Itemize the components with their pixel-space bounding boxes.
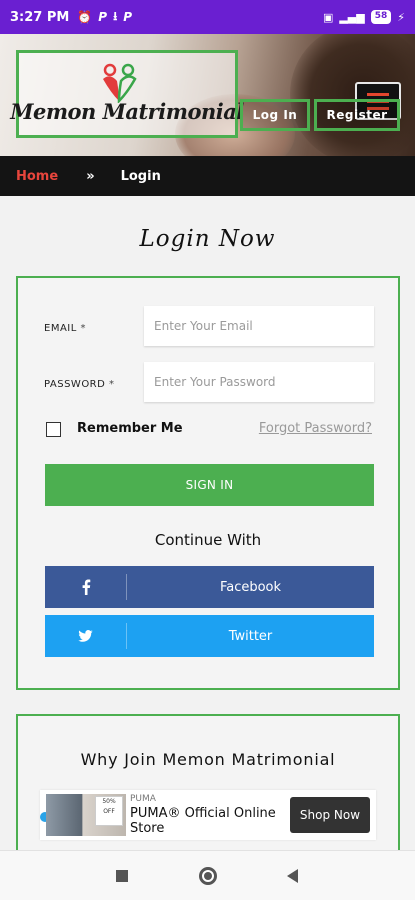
signal-icon: ▂▄▆: [339, 10, 365, 24]
ad-shop-now-button[interactable]: Shop Now: [290, 797, 370, 833]
download-icon: ⭳: [113, 8, 118, 23]
register-button[interactable]: Register: [314, 99, 400, 131]
recents-square-icon[interactable]: [116, 870, 128, 882]
ad-headline: PUMA® Official Online Store: [130, 806, 276, 836]
ad-sale-tag: 50% OFF: [95, 796, 123, 826]
page-title: Login Now: [139, 226, 276, 252]
remember-me-checkbox[interactable]: [46, 422, 61, 437]
email-label: EMAIL *: [44, 323, 86, 334]
email-label-text: EMAIL: [44, 323, 77, 334]
password-label: PASSWORD *: [44, 379, 115, 390]
remember-me-label[interactable]: Remember Me: [77, 421, 183, 436]
password-label-text: PASSWORD: [44, 379, 106, 390]
login-form-card: EMAIL * PASSWORD * Remember Me Forgot Pa…: [16, 276, 400, 690]
twitter-login-button[interactable]: Twitter: [45, 615, 374, 657]
hamburger-line-icon: [367, 92, 389, 96]
sim-icon: ▣: [322, 10, 334, 24]
email-input[interactable]: [144, 306, 374, 346]
ad-brand: PUMA: [130, 794, 156, 804]
status-right-icons: ▣ ▂▄▆ 58 ⚡: [323, 10, 405, 24]
breadcrumb: Home » Login: [0, 156, 415, 196]
p-icon: P: [123, 10, 133, 24]
login-button[interactable]: Log In: [240, 99, 310, 131]
forgot-password-link[interactable]: Forgot Password?: [259, 421, 372, 436]
status-time: 3:27 PM: [10, 9, 70, 25]
battery-icon: 58: [370, 10, 392, 24]
site-logo[interactable]: Memon Matrimonial: [10, 50, 244, 138]
back-triangle-icon[interactable]: [287, 869, 298, 883]
couple-logo-icon: [103, 63, 137, 103]
twitter-label: Twitter: [228, 628, 273, 644]
facebook-label: Facebook: [219, 579, 282, 595]
sign-in-button[interactable]: SIGN IN: [45, 464, 374, 506]
system-nav-bar: [0, 850, 415, 900]
why-join-card: Why Join Memon Matrimonial: [16, 714, 400, 864]
charging-icon: ⚡: [397, 10, 405, 24]
breadcrumb-home-link[interactable]: Home: [16, 169, 58, 184]
site-header: Memon Matrimonial: [0, 34, 415, 156]
facebook-login-button[interactable]: Facebook: [45, 566, 374, 608]
status-left-icons: ⏰ P ⭳ P: [77, 7, 132, 28]
home-circle-icon[interactable]: [199, 867, 217, 885]
ad-banner[interactable]: 50% OFF PUMA PUMA® Official Online Store…: [40, 790, 376, 840]
alarm-icon: ⏰: [77, 10, 93, 24]
twitter-icon: [45, 623, 127, 649]
continue-with-heading: Continue With: [154, 531, 262, 549]
why-join-title: Why Join Memon Matrimonial: [80, 750, 336, 769]
p-icon: P: [98, 10, 108, 24]
required-marker: *: [80, 323, 86, 334]
password-input[interactable]: [144, 362, 374, 402]
breadcrumb-separator: »: [86, 168, 95, 184]
breadcrumb-current: Login: [120, 168, 161, 184]
required-marker: *: [109, 379, 115, 390]
facebook-icon: [45, 574, 127, 600]
status-bar: 3:27 PM ⏰ P ⭳ P ▣ ▂▄▆ 58 ⚡: [0, 0, 415, 34]
